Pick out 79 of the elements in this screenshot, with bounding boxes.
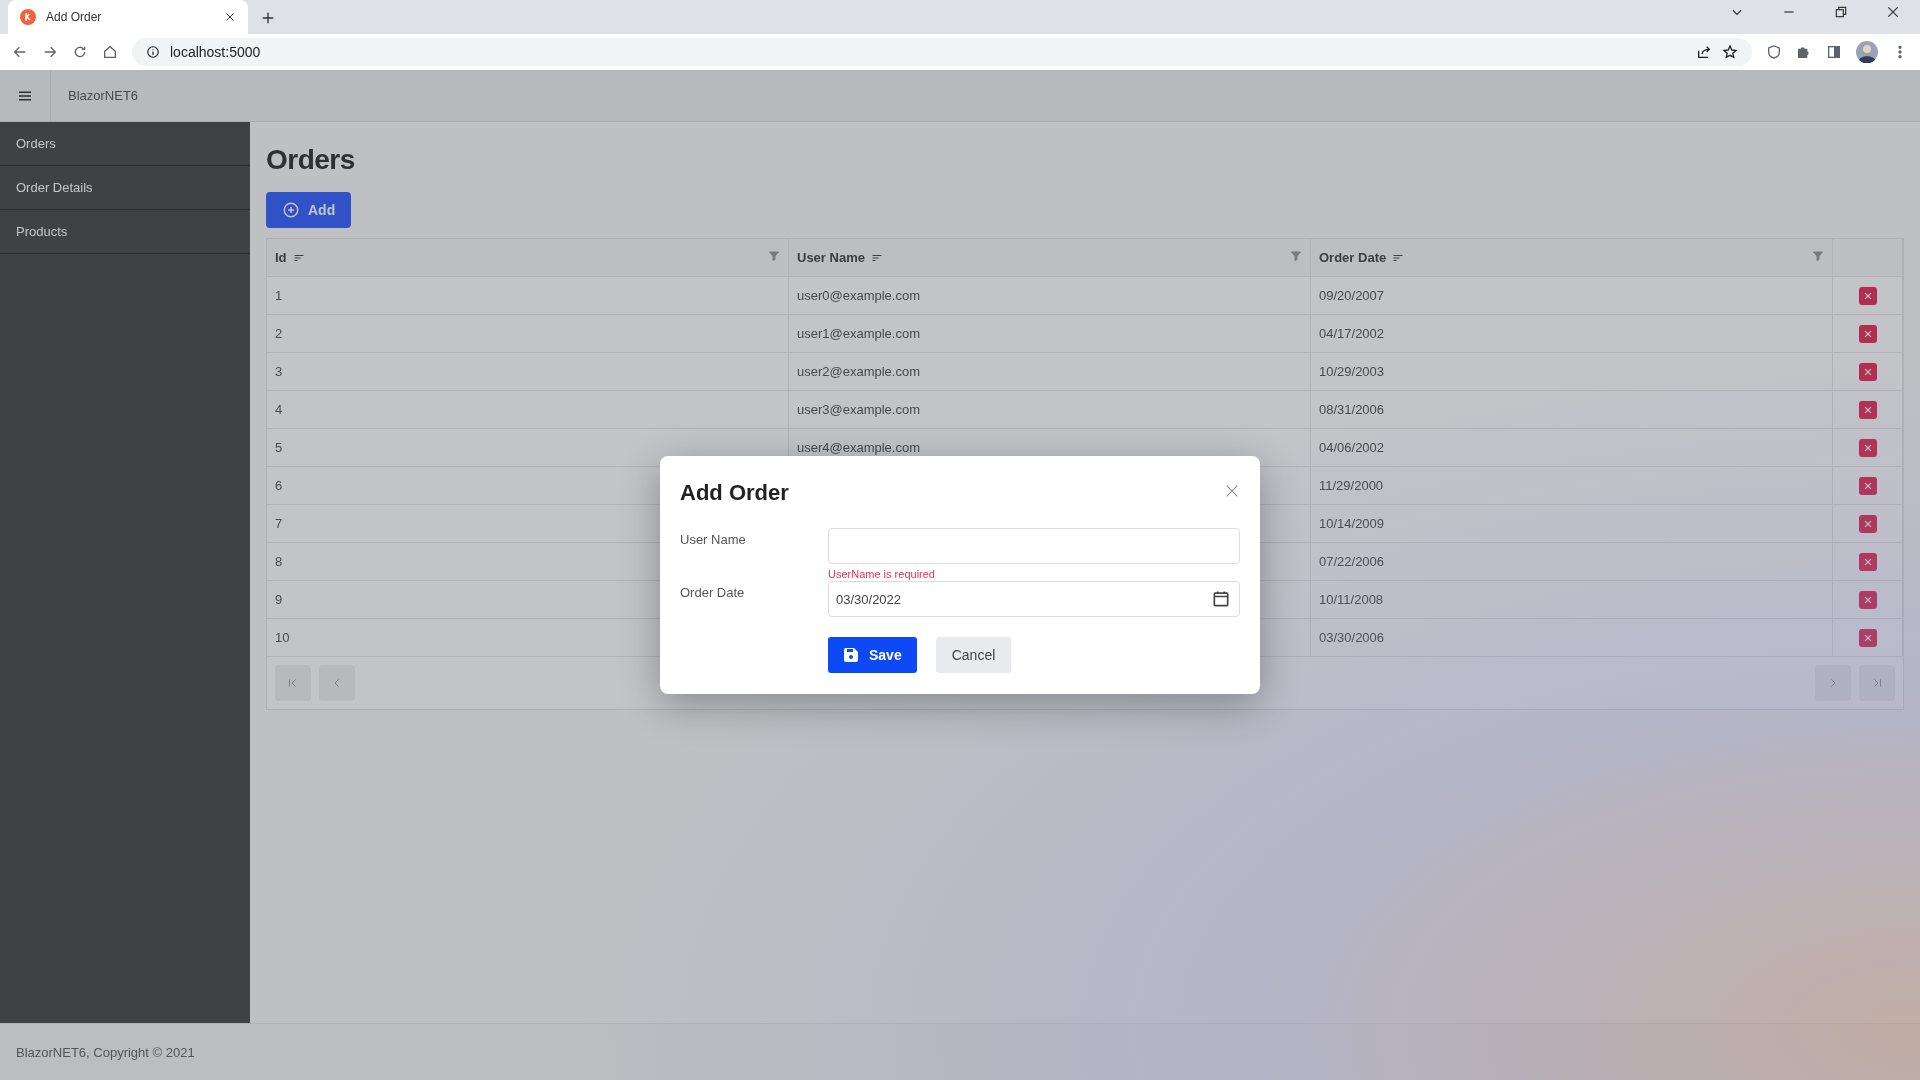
close-icon — [1862, 556, 1873, 567]
share-icon — [1696, 44, 1712, 60]
forward-icon — [42, 44, 58, 60]
table-cell: 1 — [267, 277, 789, 314]
close-icon — [1862, 290, 1873, 301]
table-cell: 11/29/2000 — [1311, 467, 1833, 504]
home-icon — [102, 44, 118, 60]
delete-button[interactable] — [1858, 438, 1877, 457]
table-cell: 10/11/2008 — [1311, 581, 1833, 618]
table-cell: 03/30/2006 — [1311, 619, 1833, 656]
table-cell: 04/06/2002 — [1311, 429, 1833, 466]
table-cell: 07/22/2006 — [1311, 543, 1833, 580]
table-cell: 2 — [267, 315, 789, 352]
dialog-title: Add Order — [680, 480, 789, 506]
plus-circle-icon — [282, 201, 300, 219]
table-cell: 04/17/2002 — [1311, 315, 1833, 352]
filter-icon — [1812, 250, 1824, 262]
delete-button[interactable] — [1858, 324, 1877, 343]
delete-button[interactable] — [1858, 590, 1877, 609]
delete-button[interactable] — [1858, 286, 1877, 305]
app-brand[interactable]: BlazorNET6 — [51, 88, 139, 103]
filter-icon — [768, 250, 780, 262]
delete-button[interactable] — [1858, 628, 1877, 647]
delete-button[interactable] — [1858, 552, 1877, 571]
close-icon — [1862, 518, 1873, 529]
close-icon — [1886, 5, 1900, 19]
date-field[interactable]: 03/30/2022 — [828, 581, 1240, 617]
restore-icon — [1834, 5, 1848, 19]
filter-icon — [1290, 250, 1302, 262]
close-icon — [1862, 328, 1873, 339]
last-page-icon — [1871, 677, 1883, 689]
table-cell: 4 — [267, 391, 789, 428]
puzzle-icon — [1796, 44, 1812, 60]
address-bar[interactable]: localhost:5000 — [132, 38, 1752, 66]
table-cell: 08/31/2006 — [1311, 391, 1833, 428]
validation-message: UserName is required — [828, 568, 935, 580]
close-icon — [1862, 480, 1873, 491]
table-cell: user2@example.com — [789, 353, 1311, 390]
add-button[interactable]: Add — [266, 192, 352, 228]
browser-tab[interactable]: Add Order — [8, 0, 248, 34]
star-icon — [1722, 44, 1738, 60]
close-icon — [1862, 594, 1873, 605]
delete-button[interactable] — [1858, 400, 1877, 419]
plus-icon — [260, 10, 276, 26]
page-title: Orders — [266, 144, 356, 176]
shield-icon — [1766, 44, 1782, 60]
avatar-icon[interactable] — [1856, 41, 1878, 63]
close-icon — [1862, 632, 1873, 643]
table-cell: 09/20/2007 — [1311, 277, 1833, 314]
table-cell: 10/14/2009 — [1311, 505, 1833, 542]
table-cell: user1@example.com — [789, 315, 1311, 352]
close-icon — [1862, 366, 1873, 377]
column-header[interactable]: User Name — [789, 239, 1311, 276]
close-button[interactable] — [1224, 483, 1240, 499]
delete-button[interactable] — [1858, 476, 1877, 495]
back-icon — [12, 44, 28, 60]
delete-button[interactable] — [1858, 362, 1877, 381]
footer-text: BlazorNET6, Copyright © 2021 — [16, 1044, 195, 1060]
table-cell: 10/29/2003 — [1311, 353, 1833, 390]
table-cell: user0@example.com — [789, 277, 1311, 314]
field-label: Order Date — [680, 584, 746, 602]
input-field[interactable] — [828, 528, 1240, 564]
column-header[interactable]: Order Date — [1311, 239, 1833, 276]
delete-button[interactable] — [1858, 514, 1877, 533]
app-logo-icon — [20, 9, 36, 25]
close-icon — [1862, 404, 1873, 415]
save-button[interactable]: Save — [828, 637, 917, 673]
table-cell: 3 — [267, 353, 789, 390]
close-icon — [1862, 442, 1873, 453]
first-page-icon — [287, 677, 299, 689]
calendar-icon — [1211, 589, 1231, 609]
table-cell: user3@example.com — [789, 391, 1311, 428]
column-header[interactable]: Id — [267, 239, 789, 276]
side-panel-icon — [1826, 44, 1842, 60]
cancel-button[interactable]: Cancel — [935, 637, 1012, 673]
reload-icon — [72, 44, 88, 60]
info-icon — [146, 45, 160, 59]
close-icon — [224, 11, 236, 23]
close-icon — [1224, 483, 1240, 499]
